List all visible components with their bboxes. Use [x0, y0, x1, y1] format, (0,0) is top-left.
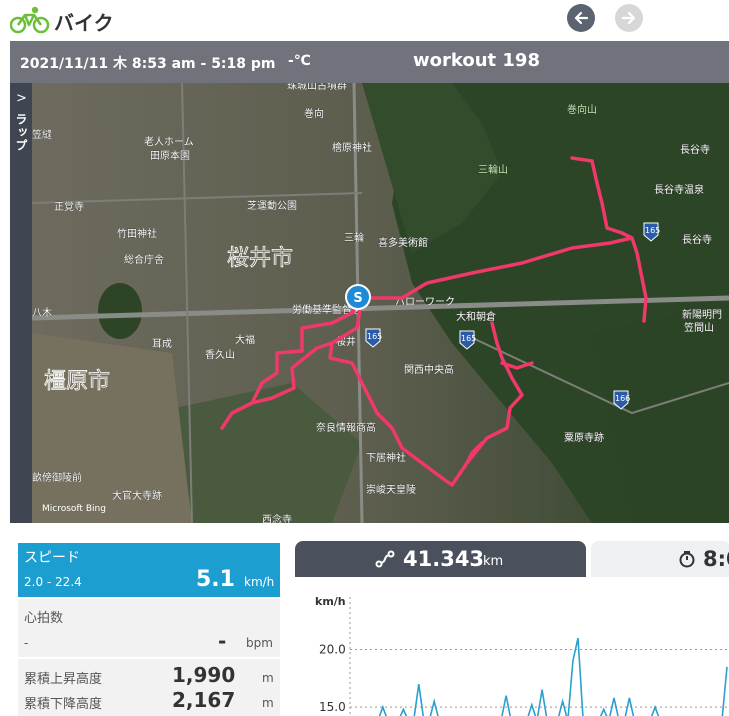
ascent-label: 累積上昇高度 [24, 672, 103, 687]
svg-text:崇峻天皇陵: 崇峻天皇陵 [366, 483, 416, 496]
chevron-right-icon: > [16, 91, 27, 106]
workout-detail-screen: バイク 2021/11/11 木 8:53 am - 5:18 pm -℃ wo… [0, 0, 729, 716]
tab-distance[interactable]: 41.343 km [295, 541, 586, 577]
stopwatch-icon [679, 551, 695, 568]
header: バイク [0, 0, 729, 40]
svg-text:橿原市: 橿原市 [44, 369, 110, 394]
svg-text:桜井市: 桜井市 [227, 246, 293, 271]
chart-y-tick-label: 20.0 [319, 643, 346, 657]
svg-text:西念寺: 西念寺 [262, 513, 292, 523]
distance-value: 41.343 [403, 547, 485, 571]
arrow-left-icon [574, 11, 589, 25]
descent-value: 2,167 [172, 688, 236, 712]
svg-text:165: 165 [645, 226, 660, 235]
route-icon [375, 550, 395, 568]
svg-text:珠城山古墳群: 珠城山古墳群 [287, 83, 347, 92]
svg-text:長谷寺: 長谷寺 [680, 144, 710, 156]
workout-info-bar: 2021/11/11 木 8:53 am - 5:18 pm -℃ workou… [10, 41, 729, 83]
svg-text:竹田神社: 竹田神社 [117, 227, 157, 240]
speed-unit: km/h [244, 575, 275, 589]
svg-text:老人ホーム: 老人ホーム [144, 135, 194, 148]
svg-text:長谷寺: 長谷寺 [682, 234, 712, 246]
svg-text:八木: 八木 [32, 307, 52, 319]
svg-text:正覚寺: 正覚寺 [54, 200, 84, 213]
svg-text:田原本園: 田原本園 [150, 149, 190, 162]
descent-label: 累積下降高度 [24, 697, 103, 712]
ascent-unit: m [262, 671, 274, 685]
speed-stat-card[interactable]: スピード 2.0 - 22.4 5.1 km/h [18, 543, 280, 597]
heart-rate-unit: bpm [246, 636, 273, 650]
svg-text:大福: 大福 [235, 333, 255, 346]
svg-text:檜原神社: 檜原神社 [332, 141, 372, 154]
svg-text:香久山: 香久山 [205, 349, 235, 361]
elevation-stat-card[interactable]: 累積上昇高度 1,990 m 累積下降高度 2,167 m [18, 659, 280, 716]
svg-text:巻向: 巻向 [304, 107, 324, 120]
svg-text:165: 165 [461, 334, 476, 343]
speed-range: 2.0 - 22.4 [24, 575, 82, 589]
lap-panel-toggle[interactable]: > ラップ [10, 83, 32, 523]
svg-text:粟原寺跡: 粟原寺跡 [564, 431, 604, 444]
svg-text:笠縫: 笠縫 [32, 128, 52, 141]
svg-text:笠間山: 笠間山 [684, 321, 714, 334]
svg-text:奈良情報商高: 奈良情報商高 [316, 421, 376, 434]
arrow-right-icon [621, 11, 636, 25]
svg-text:166: 166 [615, 394, 630, 403]
satellite-map: 珠城山古墳群 巻向 巻向山 笠縫 老人ホーム 田原本園 檜原神社 三輪山 長谷寺… [32, 83, 729, 523]
heart-rate-range: - [24, 636, 29, 650]
svg-text:大官大寺跡: 大官大寺跡 [112, 489, 162, 502]
svg-text:下居神社: 下居神社 [366, 451, 406, 464]
heart-rate-stat-card[interactable]: 心拍数 - - bpm [18, 599, 280, 657]
route-map[interactable]: > ラップ 珠城山古墳群 巻向 巻向山 笠縫 老人ホーム 田原本園 檜原神社 三… [10, 83, 729, 523]
workout-date-time: 2021/11/11 木 8:53 am - 5:18 pm [20, 56, 276, 72]
speed-value: 5.1 [196, 567, 235, 592]
speed-label: スピード [24, 550, 80, 566]
svg-text:巻向山: 巻向山 [567, 103, 597, 116]
start-marker[interactable]: S [345, 284, 371, 310]
map-watermark: Microsoft Bing [42, 504, 106, 514]
tab-time[interactable]: 8:0 [591, 541, 729, 577]
speed-chart[interactable]: km/h 20.0 15.0 [295, 577, 729, 716]
svg-text:芝運動公園: 芝運動公園 [247, 199, 297, 212]
workout-temperature: -℃ [288, 53, 311, 69]
svg-text:関西中央高: 関西中央高 [404, 363, 454, 376]
svg-text:総合庁舎: 総合庁舎 [124, 253, 164, 266]
svg-text:耳成: 耳成 [152, 338, 172, 350]
svg-text:S: S [353, 291, 362, 306]
page-title: バイク [54, 11, 114, 35]
ascent-value: 1,990 [172, 663, 236, 687]
svg-text:畝傍御陵前: 畝傍御陵前 [32, 471, 82, 484]
heart-rate-label: 心拍数 [24, 611, 64, 626]
speed-chart-svg: km/h 20.0 15.0 [315, 595, 729, 716]
descent-unit: m [262, 696, 274, 710]
heart-rate-value: - [218, 629, 227, 653]
time-value: 8:0 [703, 547, 729, 571]
chart-y-unit: km/h [315, 595, 346, 608]
bike-icon [10, 6, 50, 34]
distance-unit: km [483, 554, 504, 569]
chart-y-tick-label: 15.0 [319, 700, 346, 714]
svg-text:新陽明門: 新陽明門 [682, 308, 722, 321]
svg-text:三輪: 三輪 [344, 231, 364, 244]
svg-text:大和朝倉: 大和朝倉 [456, 310, 496, 323]
svg-text:三輪山: 三輪山 [478, 163, 508, 176]
lap-tab-label: ラップ [14, 113, 28, 152]
svg-text:喜多美術館: 喜多美術館 [378, 236, 428, 249]
svg-text:長谷寺温泉: 長谷寺温泉 [654, 183, 704, 196]
forward-button[interactable] [615, 4, 643, 32]
workout-name: workout 198 [413, 50, 540, 71]
svg-text:165: 165 [367, 332, 382, 341]
back-button[interactable] [567, 4, 595, 32]
